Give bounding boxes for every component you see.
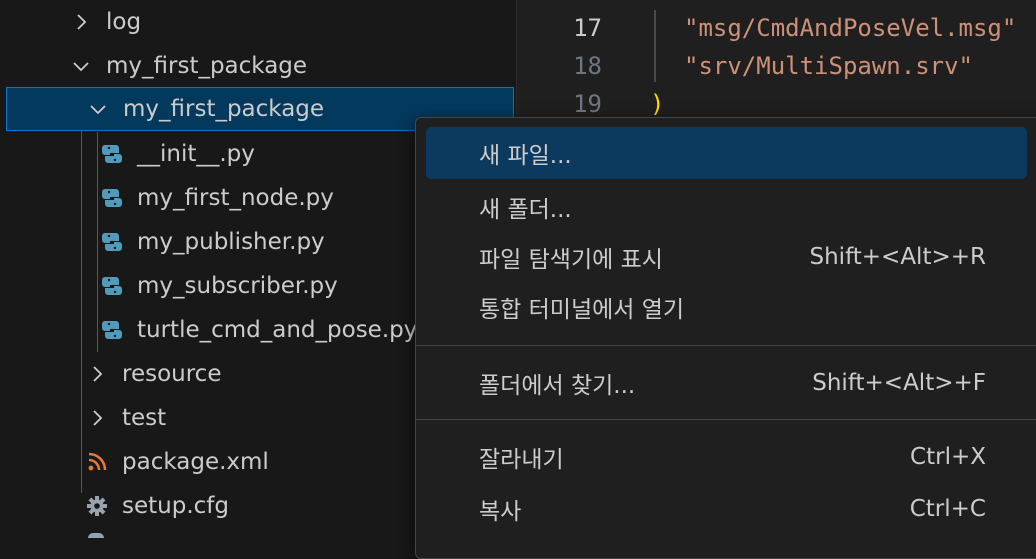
tree-item-label: my_first_package [106,53,308,79]
tree-item-label: my_subscriber.py [137,273,338,299]
tree-item-label: my_publisher.py [137,229,325,255]
tree-item-my-first-package-root[interactable]: my_first_package [0,44,516,88]
menu-item-shortcut: Shift+<Alt>+R [809,244,987,270]
tree-item-label: turtle_cmd_and_pose.py [137,317,418,343]
menu-item-label: 통합 터미널에서 열기 [479,297,685,323]
menu-item-label: 새 파일... [479,143,572,169]
menu-item-cut[interactable]: 잘라내기 Ctrl+X [426,431,1027,483]
chevron-down-icon [70,55,92,77]
code-line[interactable]: ) [650,90,664,118]
tree-item-log-folder[interactable]: log [0,0,516,44]
python-file-icon [101,319,123,341]
python-file-icon [101,187,123,209]
code-line-partial: _g [735,0,885,2]
rss-feed-icon [86,451,108,473]
menu-separator [416,419,1036,420]
menu-item-label: 잘라내기 [479,447,564,473]
menu-item-label: 복사 [479,499,522,525]
menu-item-label: 파일 탐색기에 표시 [479,247,663,273]
menu-item-shortcut: Ctrl+X [910,444,986,470]
code-line[interactable]: "srv/MultiSpawn.srv" [684,52,973,80]
tree-item-label: my_first_package [123,96,325,122]
tree-item-label: package.xml [122,449,269,475]
tree-item-label: test [122,405,167,431]
chevron-right-icon [86,407,108,429]
python-file-icon [101,143,123,165]
line-number: 19 [573,90,602,118]
menu-item-new-folder[interactable]: 새 폴더... [426,181,1027,233]
tree-item-label: log [106,9,142,35]
indent-guide [654,10,656,82]
menu-item-new-file[interactable]: 새 파일... [426,127,1027,179]
menu-item-copy[interactable]: 복사 Ctrl+C [426,483,1027,535]
tree-item-label: setup.cfg [122,493,229,519]
python-file-icon [101,275,123,297]
menu-item-label: 새 폴더... [479,197,572,223]
menu-item-open-in-integrated-terminal[interactable]: 통합 터미널에서 열기 [426,281,1027,333]
gear-icon [86,495,108,517]
menu-item-label: 폴더에서 찾기... [479,373,636,399]
menu-item-find-in-folder[interactable]: 폴더에서 찾기... Shift+<Alt>+F [426,357,1027,409]
context-menu: 새 파일... 새 폴더... 파일 탐색기에 표시 Shift+<Alt>+R… [415,117,1036,559]
tree-item-label: resource [122,361,222,387]
menu-item-reveal-in-file-explorer[interactable]: 파일 탐색기에 표시 Shift+<Alt>+R [426,231,1027,283]
python-file-icon [101,231,123,253]
chevron-right-icon [86,363,108,385]
tree-item-label: __init__.py [137,141,255,167]
line-number: 18 [573,52,602,80]
menu-item-shortcut: Shift+<Alt>+F [812,370,986,396]
menu-item-shortcut: Ctrl+C [909,496,986,522]
menu-separator [416,345,1036,346]
chevron-right-icon [70,11,92,33]
tree-item-partial-icon [88,533,104,538]
code-line[interactable]: "msg/CmdAndPoseVel.msg" [684,14,1016,42]
line-number: 17 [573,14,602,42]
chevron-down-icon [87,98,109,120]
tree-item-label: my_first_node.py [137,185,334,211]
